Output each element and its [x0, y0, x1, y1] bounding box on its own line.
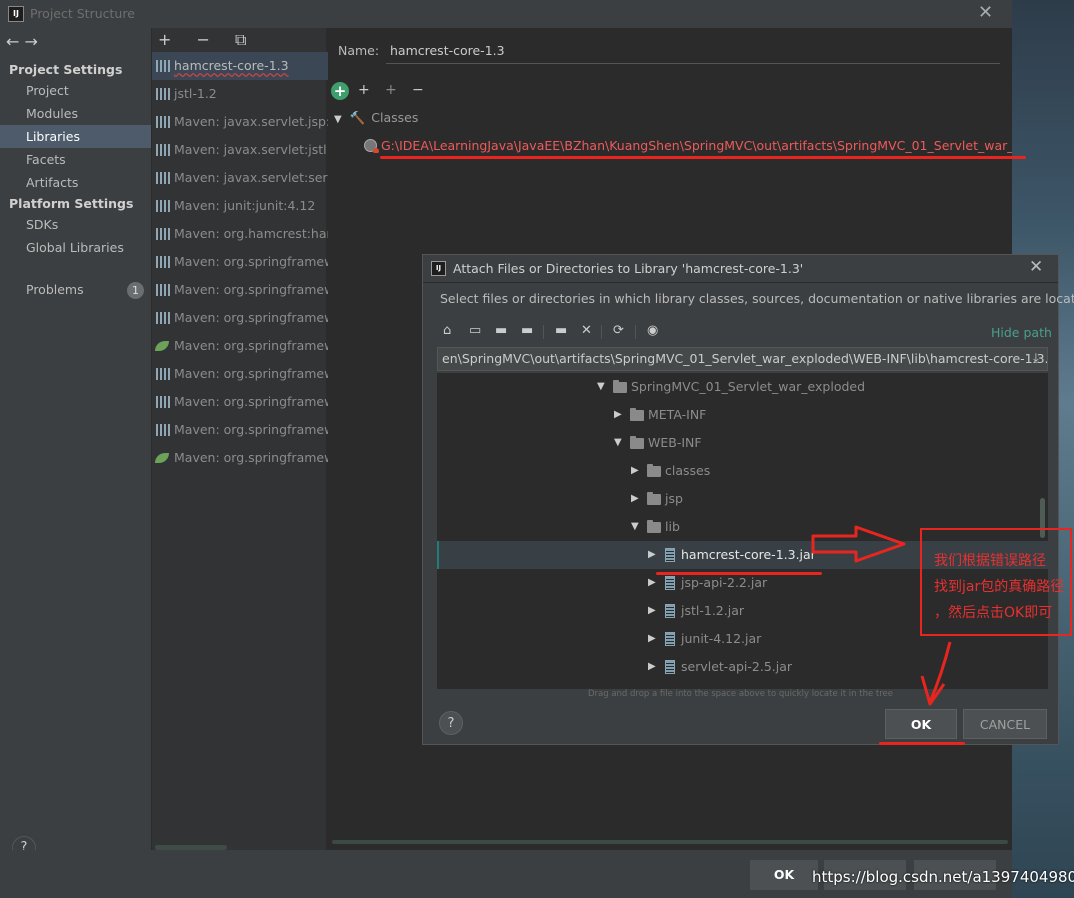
red-arrow-down-line [928, 641, 952, 703]
annotation-line-2: 找到jar包的真确路径 [934, 579, 1065, 595]
red-arrow-left-icon [811, 525, 906, 563]
red-annotation-arrows [811, 525, 952, 706]
red-arrow-down-head-icon [920, 675, 946, 706]
annotation-text: 我们根据错误路径 找到jar包的真确路径 ，然后点击OK即可 [934, 548, 1070, 626]
annotation-line-1: 我们根据错误路径 [934, 553, 1046, 569]
annotation-line-3: ，然后点击OK即可 [934, 605, 1053, 621]
